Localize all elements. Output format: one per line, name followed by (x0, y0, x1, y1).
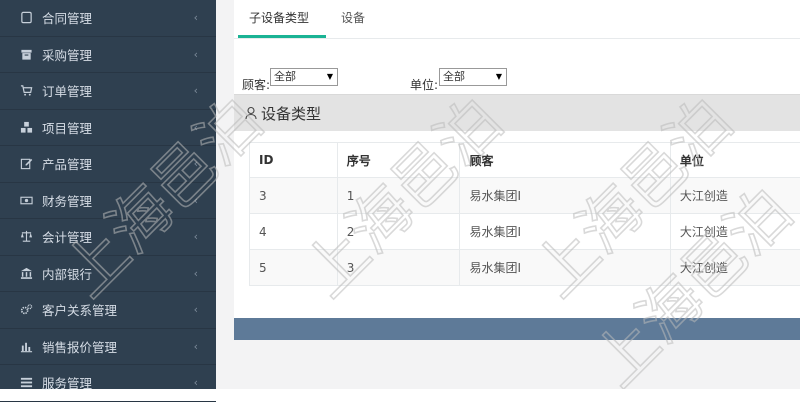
chevron-left-icon: ‹ (188, 194, 198, 207)
cell-id: 5 (250, 250, 338, 286)
balance-scale-icon (18, 229, 34, 245)
chevron-left-icon: ‹ (188, 303, 198, 316)
content-gutter (216, 0, 234, 389)
cell-id: 3 (250, 178, 338, 214)
column-header-id[interactable]: ID (250, 143, 338, 178)
sidebar-item-label: 服务管理 (42, 373, 188, 392)
dropdown-arrow-icon: ▼ (327, 69, 333, 85)
chevron-left-icon: ‹ (188, 230, 198, 243)
chevron-left-icon: ‹ (188, 48, 198, 61)
sidebar-item-label: 项目管理 (42, 118, 188, 137)
chevron-left-icon: ‹ (188, 340, 198, 353)
cell-customer: 易水集团I (460, 178, 670, 214)
money-icon (18, 192, 34, 208)
sidebar-item-projects[interactable]: 项目管理 ‹ (0, 110, 216, 147)
device-type-table: ID 序号 顾客 单位 3 1 易水集团I 大江创造 4 2 易水集团I 大江创… (249, 142, 800, 286)
table-row[interactable]: 5 3 易水集团I 大江创造 (250, 250, 800, 286)
cell-seq: 1 (337, 178, 460, 214)
sidebar-item-crm[interactable]: 客户关系管理 ‹ (0, 292, 216, 329)
dropdown-arrow-icon: ▼ (496, 69, 502, 85)
cell-customer: 易水集团I (460, 214, 670, 250)
sidebar-item-orders[interactable]: 订单管理 ‹ (0, 73, 216, 110)
panel-footer-bar (234, 318, 800, 340)
tab-device[interactable]: 设备 (341, 0, 365, 38)
chevron-left-icon: ‹ (188, 376, 198, 389)
sidebar-item-label: 合同管理 (42, 8, 188, 27)
cubes-icon (18, 119, 34, 135)
sidebar-item-accounting[interactable]: 会计管理 ‹ (0, 219, 216, 256)
sidebar-item-finance[interactable]: 财务管理 ‹ (0, 183, 216, 220)
sidebar: 合同管理 ‹ 采购管理 ‹ 订单管理 ‹ 项目管理 ‹ 产品管理 ‹ 财务管理 … (0, 0, 216, 389)
sidebar-item-label: 内部银行 (42, 264, 188, 283)
column-header-seq[interactable]: 序号 (337, 143, 460, 178)
user-icon (245, 106, 257, 120)
chevron-left-icon: ‹ (188, 267, 198, 280)
unit-select-value: 全部 (443, 70, 465, 83)
tab-bar: 子设备类型 设备 (234, 0, 800, 39)
table-row[interactable]: 4 2 易水集团I 大江创造 (250, 214, 800, 250)
sidebar-item-label: 财务管理 (42, 191, 188, 210)
page-background (234, 340, 800, 389)
chevron-left-icon: ‹ (188, 121, 198, 134)
sidebar-item-service[interactable]: 服务管理 ‹ (0, 365, 216, 402)
sidebar-item-label: 销售报价管理 (42, 337, 188, 356)
main-content: 子设备类型 设备 顾客: 全部 ▼ 单位: 全部 ▼ 设备类型 ID 序号 顾客… (234, 0, 800, 389)
column-header-unit[interactable]: 单位 (670, 143, 800, 178)
cell-unit: 大江创造 (670, 178, 800, 214)
sidebar-item-label: 产品管理 (42, 154, 188, 173)
cell-unit: 大江创造 (670, 250, 800, 286)
cell-customer: 易水集团I (460, 250, 670, 286)
cell-unit: 大江创造 (670, 214, 800, 250)
panel-header: 设备类型 (234, 94, 800, 131)
sidebar-item-label: 会计管理 (42, 227, 188, 246)
cart-icon (18, 83, 34, 99)
customer-select-value: 全部 (274, 70, 296, 83)
bank-icon (18, 265, 34, 281)
panel-title: 设备类型 (261, 103, 321, 124)
contract-icon (18, 10, 34, 26)
cell-seq: 3 (337, 250, 460, 286)
chevron-left-icon: ‹ (188, 157, 198, 170)
sidebar-item-label: 采购管理 (42, 45, 188, 64)
purchase-icon (18, 46, 34, 62)
chevron-left-icon: ‹ (188, 11, 198, 24)
list-icon (18, 375, 34, 391)
tab-sub-device-type[interactable]: 子设备类型 (238, 0, 326, 38)
sidebar-item-sales-quote[interactable]: 销售报价管理 ‹ (0, 329, 216, 366)
edit-icon (18, 156, 34, 172)
chevron-left-icon: ‹ (188, 84, 198, 97)
customer-filter-label: 顾客: (242, 76, 270, 93)
cogs-icon (18, 302, 34, 318)
unit-filter-label: 单位: (410, 76, 438, 93)
table-header-row: ID 序号 顾客 单位 (250, 143, 800, 178)
sidebar-item-purchase[interactable]: 采购管理 ‹ (0, 37, 216, 74)
cell-seq: 2 (337, 214, 460, 250)
sidebar-item-label: 订单管理 (42, 81, 188, 100)
bar-chart-icon (18, 338, 34, 354)
column-header-customer[interactable]: 顾客 (460, 143, 670, 178)
cell-id: 4 (250, 214, 338, 250)
sidebar-item-label: 客户关系管理 (42, 300, 188, 319)
table-row[interactable]: 3 1 易水集团I 大江创造 (250, 178, 800, 214)
unit-select[interactable]: 全部 ▼ (439, 68, 507, 86)
sidebar-item-internal-bank[interactable]: 内部银行 ‹ (0, 256, 216, 293)
sidebar-item-products[interactable]: 产品管理 ‹ (0, 146, 216, 183)
filter-bar: 顾客: 全部 ▼ 单位: 全部 ▼ (234, 66, 800, 90)
customer-select[interactable]: 全部 ▼ (270, 68, 338, 86)
sidebar-item-contract[interactable]: 合同管理 ‹ (0, 0, 216, 37)
